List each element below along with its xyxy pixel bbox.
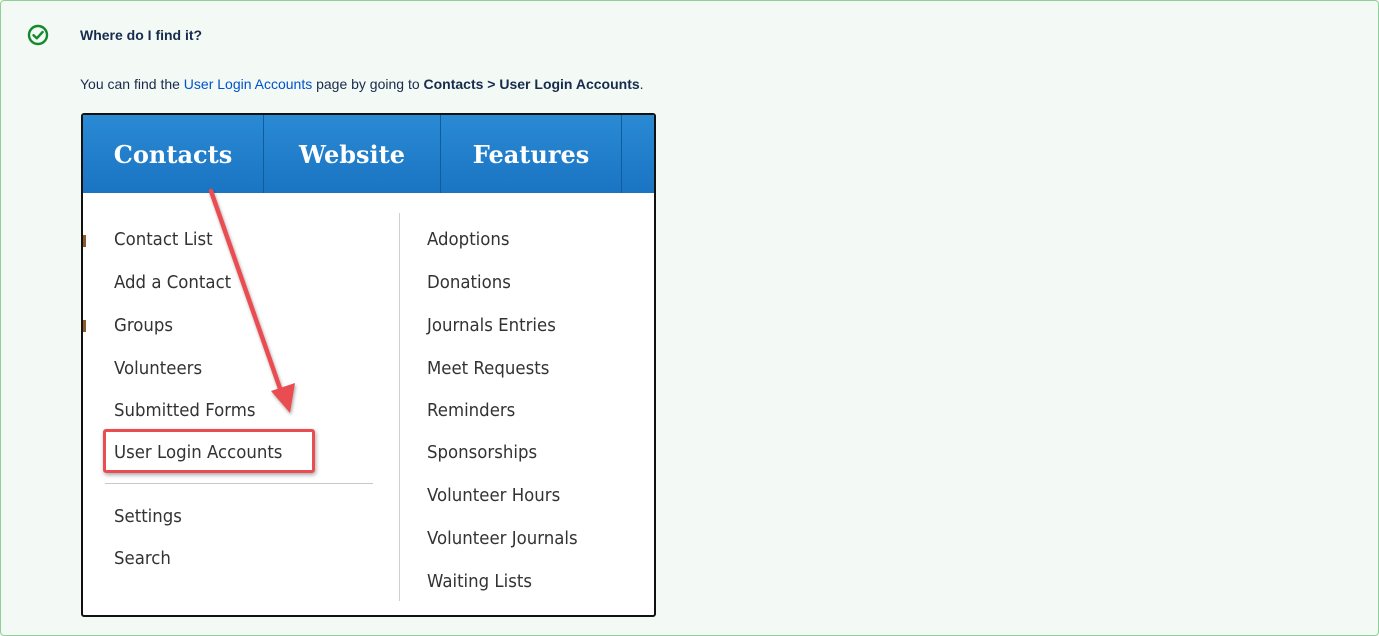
red-arrow-annotation — [208, 188, 295, 413]
check-circle-icon — [27, 24, 49, 46]
desc-text-after: . — [639, 76, 644, 92]
panel-description: You can find the User Login Accounts pag… — [80, 76, 644, 92]
desc-path: Contacts > User Login Accounts — [423, 76, 640, 92]
panel-title: Where do I find it? — [80, 27, 203, 43]
desc-text-before: You can find the — [80, 76, 184, 92]
info-panel: Where do I find it? You can find the Use… — [0, 0, 1379, 636]
user-login-accounts-link[interactable]: User Login Accounts — [184, 76, 312, 92]
menu-screenshot: Contacts Website Features Contact List A… — [81, 113, 656, 617]
desc-text-middle: page by going to — [312, 76, 424, 92]
